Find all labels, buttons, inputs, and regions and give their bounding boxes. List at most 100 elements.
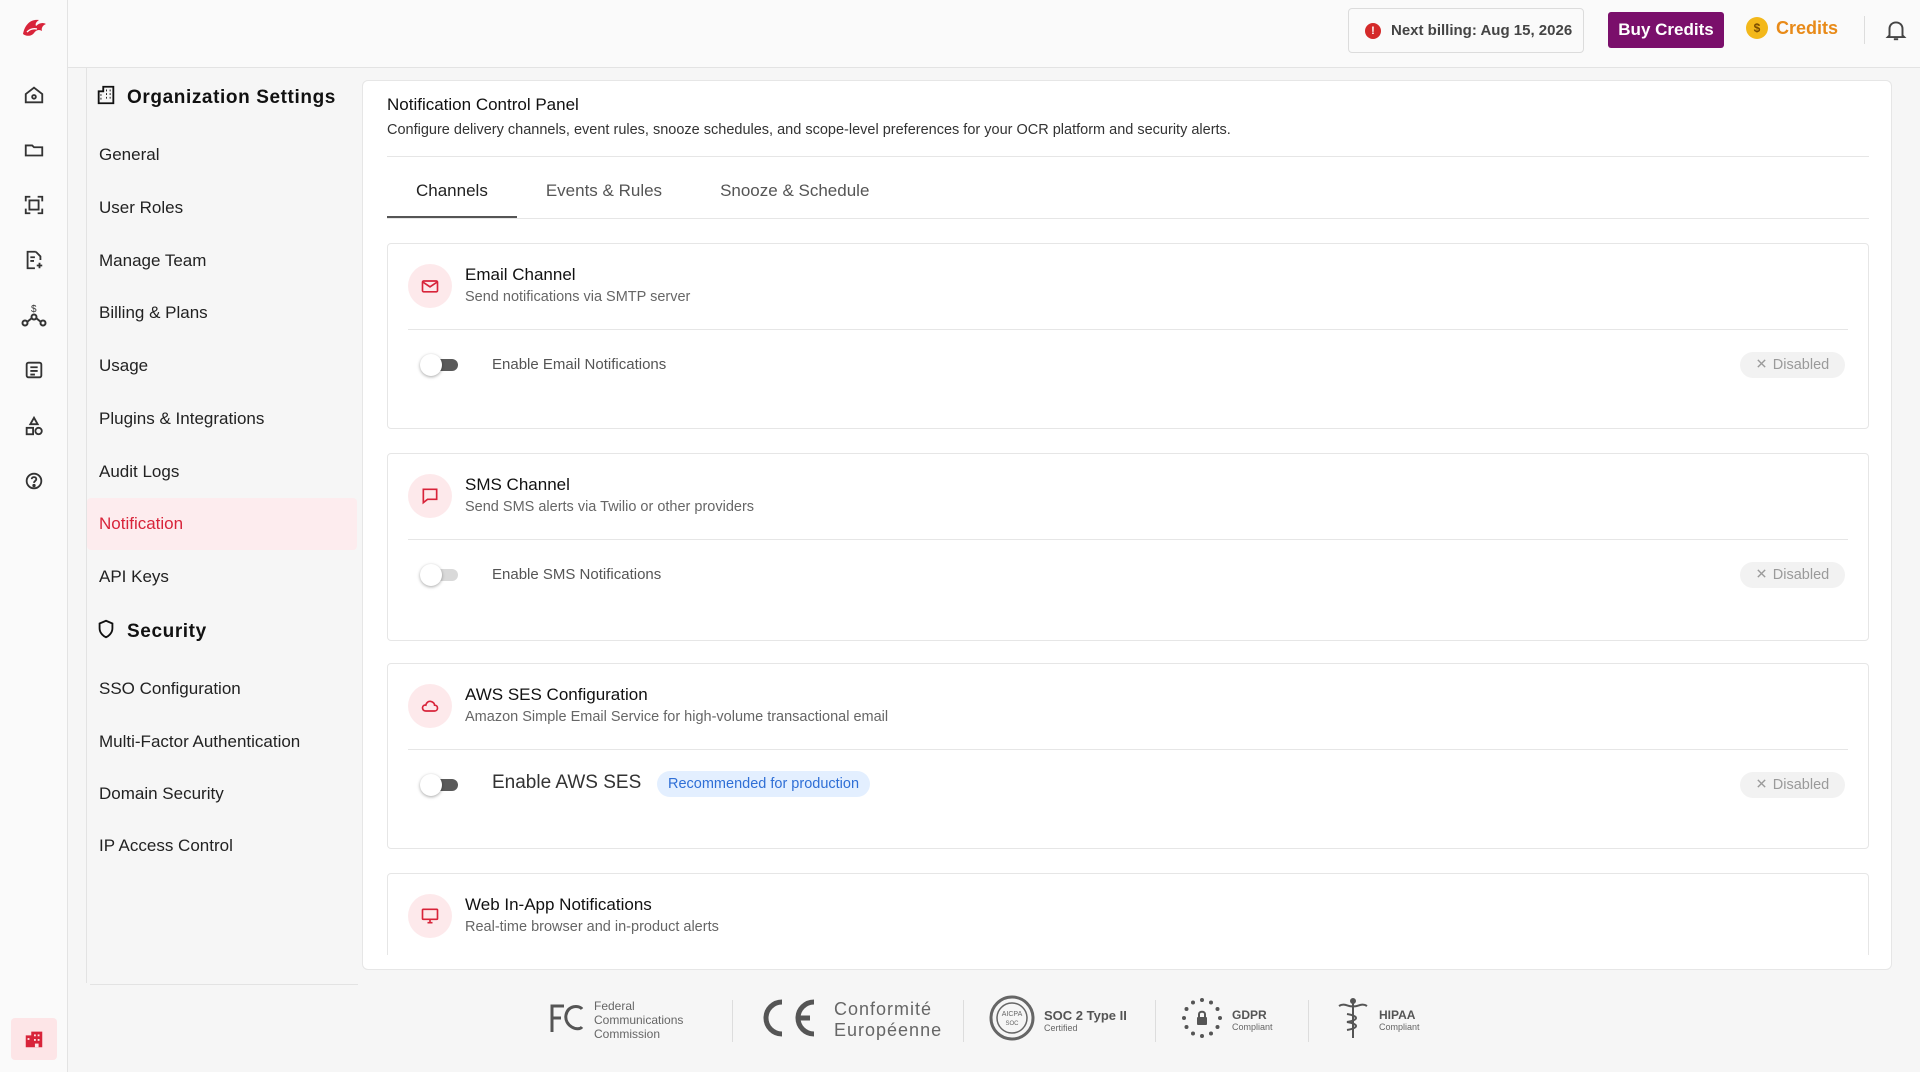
app-rail: $ — [0, 0, 68, 1072]
divider — [1155, 1000, 1156, 1042]
divider — [387, 156, 1869, 157]
organization-icon[interactable] — [11, 1018, 57, 1060]
tab-channels[interactable]: Channels — [387, 181, 517, 219]
coin-icon: $ — [1746, 17, 1768, 39]
app-logo-icon[interactable] — [17, 10, 51, 44]
ce-line: Conformité — [834, 999, 933, 1019]
help-circle-icon[interactable] — [20, 467, 48, 495]
status-text: Disabled — [1772, 567, 1830, 583]
building-icon — [95, 84, 117, 112]
x-icon — [1756, 357, 1767, 373]
web-in-app-card: Web In-App Notifications Real-time brows… — [387, 873, 1869, 955]
card-subtitle: Send SMS alerts via Twilio or other prov… — [465, 499, 755, 515]
gdpr-title: GDPR — [1232, 1008, 1267, 1022]
sidebar-item-multi-factor-authentication[interactable]: Multi-Factor Authentication — [87, 716, 357, 768]
list-icon[interactable] — [20, 356, 48, 384]
card-title: Web In-App Notifications — [465, 895, 652, 914]
divider — [387, 218, 1869, 219]
sidebar-item-audit-logs[interactable]: Audit Logs — [87, 446, 357, 498]
divider — [90, 984, 358, 985]
sidebar-item-usage[interactable]: Usage — [87, 340, 357, 392]
next-billing-text: Next billing: Aug 15, 2026 — [1391, 22, 1573, 39]
aicpa-soc-seal-icon: AICPA SOC — [988, 994, 1036, 1047]
cloud-icon — [408, 684, 452, 728]
status-text: Disabled — [1772, 777, 1830, 793]
settings-sidebar: Organization Settings General User Roles… — [86, 68, 358, 983]
next-billing-notice: ! Next billing: Aug 15, 2026 — [1348, 8, 1584, 53]
security-title: Security — [127, 621, 207, 642]
email-notifications-toggle[interactable] — [420, 354, 464, 376]
soc-seal-text: AICPA — [1002, 1011, 1023, 1018]
fcc-line: Communications — [594, 1013, 684, 1027]
document-add-icon[interactable] — [20, 246, 48, 274]
tab-snooze-schedule[interactable]: Snooze & Schedule — [691, 181, 898, 219]
security-heading: Security — [95, 618, 207, 646]
card-subtitle: Real-time browser and in-product alerts — [465, 919, 719, 935]
sidebar-item-manage-team[interactable]: Manage Team — [87, 235, 357, 287]
workflow-billing-icon[interactable]: $ — [20, 301, 48, 329]
card-subtitle: Amazon Simple Email Service for high-vol… — [465, 709, 889, 725]
sidebar-item-user-roles[interactable]: User Roles — [87, 182, 357, 234]
fcc-line: Commission — [594, 1027, 661, 1041]
card-title: Email Channel — [465, 265, 576, 284]
aws-ses-toggle[interactable] — [420, 774, 464, 796]
divider — [1308, 1000, 1309, 1042]
aws-ses-card: AWS SES Configuration Amazon Simple Emai… — [387, 663, 1869, 849]
folder-icon[interactable] — [20, 136, 48, 164]
sms-notifications-toggle[interactable] — [420, 564, 464, 586]
card-subtitle: Send notifications via SMTP server — [465, 289, 691, 305]
monitor-icon — [408, 894, 452, 938]
top-bar: ! Next billing: Aug 15, 2026 Buy Credits… — [68, 0, 1920, 68]
hipaa-badge: HIPAA Compliant — [1335, 990, 1420, 1050]
caduceus-icon — [1335, 996, 1371, 1045]
tab-events-rules[interactable]: Events & Rules — [517, 181, 691, 219]
alert-icon: ! — [1365, 22, 1381, 39]
credits-label: Credits — [1776, 17, 1839, 38]
shapes-icon[interactable] — [20, 412, 48, 440]
panel-title: Notification Control Panel — [387, 95, 579, 114]
organization-settings-heading: Organization Settings — [95, 84, 336, 112]
status-badge: Disabled — [1740, 772, 1845, 798]
scan-icon[interactable] — [20, 191, 48, 219]
notification-panel: Notification Control Panel Configure del… — [362, 80, 1892, 970]
divider — [1864, 16, 1865, 44]
status-badge: Disabled — [1740, 352, 1845, 378]
x-icon — [1756, 777, 1767, 793]
ce-line: Européenne — [834, 1020, 943, 1040]
email-channel-card: Email Channel Send notifications via SMT… — [387, 243, 1869, 429]
compliance-footer: Federal Communications Commission Confor… — [540, 990, 1440, 1050]
card-title: SMS Channel — [465, 475, 570, 494]
divider — [408, 539, 1848, 540]
divider — [963, 1000, 964, 1042]
soc-seal-text: SOC — [1005, 1021, 1019, 1027]
home-icon[interactable] — [20, 81, 48, 109]
divider — [732, 1000, 733, 1042]
soc2-badge: AICPA SOC SOC 2 Type II Certified — [988, 990, 1127, 1050]
bell-icon[interactable] — [1883, 17, 1909, 43]
status-text: Disabled — [1772, 357, 1830, 373]
ce-badge: Conformité Européenne — [758, 990, 942, 1050]
toggle-label: Enable AWS SES — [492, 772, 642, 793]
fcc-line: Federal — [594, 999, 635, 1013]
soc2-subtitle: Certified — [1044, 1022, 1078, 1033]
gdpr-badge: GDPR Compliant — [1180, 990, 1273, 1050]
hipaa-subtitle: Compliant — [1379, 1022, 1420, 1032]
organization-settings-title: Organization Settings — [127, 87, 336, 108]
status-badge: Disabled — [1740, 562, 1845, 588]
fcc-logo-icon — [548, 1001, 586, 1040]
sidebar-item-sso-configuration[interactable]: SSO Configuration — [87, 663, 357, 715]
panel-subtitle: Configure delivery channels, event rules… — [387, 122, 1231, 138]
hipaa-title: HIPAA — [1379, 1008, 1416, 1022]
fcc-badge: Federal Communications Commission — [548, 990, 683, 1050]
sidebar-item-billing-plans[interactable]: Billing & Plans — [87, 287, 357, 339]
sidebar-item-general[interactable]: General — [87, 129, 357, 181]
card-title: AWS SES Configuration — [465, 685, 648, 704]
sidebar-item-notification[interactable]: Notification — [87, 498, 357, 550]
buy-credits-button[interactable]: Buy Credits — [1608, 12, 1724, 48]
sidebar-item-plugins-integrations[interactable]: Plugins & Integrations — [87, 393, 357, 445]
sidebar-item-ip-access-control[interactable]: IP Access Control — [87, 820, 357, 872]
sidebar-item-domain-security[interactable]: Domain Security — [87, 768, 357, 820]
credits-link[interactable]: $ Credits — [1746, 17, 1838, 39]
sidebar-item-api-keys[interactable]: API Keys — [87, 551, 357, 603]
x-icon — [1756, 567, 1767, 583]
